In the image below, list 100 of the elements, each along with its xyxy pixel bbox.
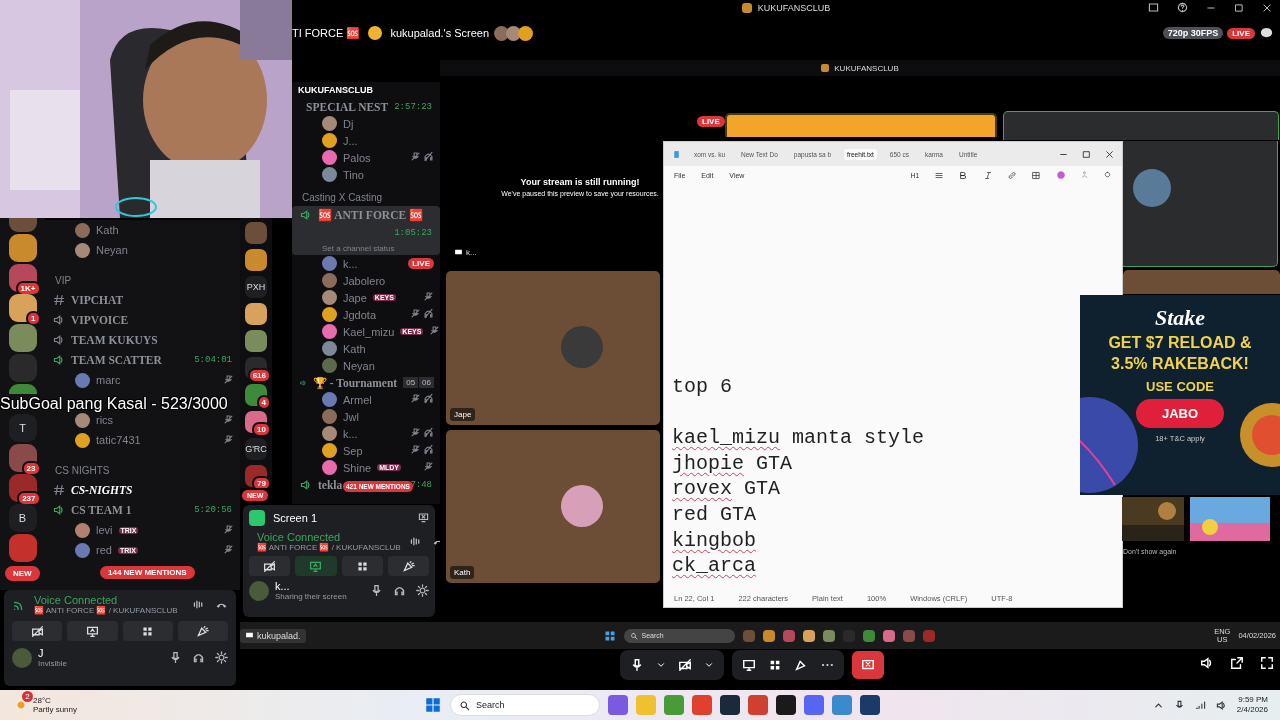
avatar-icon: [75, 522, 90, 538]
temperature[interactable]: 28°C: [33, 696, 78, 705]
member-name[interactable]: Jwl: [343, 410, 359, 423]
voice-status[interactable]: Voice Connected: [257, 531, 401, 543]
close-icon: [1262, 2, 1272, 13]
taskbar-app-icon[interactable]: [802, 629, 815, 642]
video-tile[interactable]: [1123, 270, 1280, 294]
clock-time[interactable]: 9:59 PM: [1236, 695, 1268, 705]
server-icon[interactable]: [245, 303, 267, 325]
taskbar-app-icon[interactable]: [720, 695, 740, 715]
voice-channel[interactable]: 🆘 ANTI FORCE 🆘 / KUKUFANSCLUB: [34, 606, 178, 615]
taskbar-app-icon[interactable]: [776, 695, 796, 715]
taskbar-app-icon[interactable]: [860, 695, 880, 715]
server-icon[interactable]: [8, 384, 37, 394]
channel-name[interactable]: TEAM SCATTER: [71, 354, 162, 366]
member-name[interactable]: red: [96, 544, 112, 556]
member-name[interactable]: Kael_mizu: [343, 325, 395, 338]
channel-name[interactable]: CS-NIGHTS: [71, 484, 133, 496]
server-icon[interactable]: T: [8, 414, 37, 442]
share-screen-button[interactable]: [67, 621, 118, 641]
promo-code-button[interactable]: JABO: [1135, 399, 1225, 428]
taskbar-app-icon[interactable]: [882, 629, 895, 642]
member-name[interactable]: Jgdota: [343, 308, 377, 321]
screen-name[interactable]: Screen 1: [273, 512, 318, 524]
text-line: ck_arca: [672, 553, 757, 579]
camera-off-button[interactable]: [249, 556, 291, 576]
new-mentions-badge[interactable]: 144 NEW MENTIONS: [100, 566, 195, 579]
member-name[interactable]: Neyan: [96, 244, 128, 256]
member-name[interactable]: Jape: [343, 291, 367, 304]
stop-stream-button[interactable]: [852, 651, 884, 679]
soundboard-button[interactable]: [387, 556, 429, 576]
deafened-headset-icon: [423, 151, 434, 162]
member-name[interactable]: Palos: [343, 151, 371, 164]
camera-off-button[interactable]: [12, 621, 63, 641]
stream-tile[interactable]: [1003, 111, 1279, 140]
server-icon[interactable]: [8, 324, 37, 352]
clock-date[interactable]: 2/4/2026: [1236, 705, 1268, 715]
taskbar-app-icon[interactable]: [762, 629, 775, 642]
member-name[interactable]: Neyan: [343, 359, 375, 372]
member-name[interactable]: Tino: [343, 168, 364, 181]
channel-name[interactable]: SPECIAL NEST: [306, 100, 389, 113]
new-badge[interactable]: NEW: [5, 566, 40, 581]
member-name[interactable]: tatic7431: [96, 434, 141, 446]
activities-button[interactable]: [341, 556, 383, 576]
server-icon[interactable]: B: [8, 504, 37, 532]
member-name[interactable]: J...: [343, 134, 358, 147]
server-icon[interactable]: [8, 234, 37, 262]
selected-channel[interactable]: 🆘 ANTI FORCE 🆘 1:05:23 Set a channel status: [292, 206, 440, 255]
stream-tile[interactable]: [1123, 141, 1278, 267]
video-tile[interactable]: Jape: [446, 271, 660, 425]
server-name[interactable]: KUKUFANSCLUB: [298, 85, 373, 95]
voice-channel[interactable]: 🆘 ANTI FORCE 🆘 / KUKUFANSCLUB: [257, 543, 401, 552]
server-icon[interactable]: [245, 249, 267, 271]
server-icon[interactable]: G'RC: [245, 438, 267, 460]
member-name[interactable]: marc: [96, 374, 121, 386]
category-label[interactable]: Casting X Casting: [302, 192, 383, 203]
channel-name[interactable]: TI FORCE 🆘: [292, 26, 361, 40]
channel-name[interactable]: 🆘 ANTI FORCE 🆘: [318, 208, 423, 222]
call-timer: 2:57:23: [394, 101, 432, 112]
video-tile[interactable]: Kath: [446, 430, 660, 583]
member-name[interactable]: Kath: [343, 342, 366, 355]
muted-mic-icon: [429, 325, 440, 336]
channel-name[interactable]: tekla: [318, 478, 343, 491]
category-label[interactable]: CS NIGHTS: [55, 464, 110, 476]
member-name[interactable]: Armel: [343, 393, 372, 406]
member-name[interactable]: levi: [96, 524, 113, 536]
voice-status[interactable]: Voice Connected: [34, 594, 178, 606]
grid-icon: [768, 658, 782, 672]
taskbar-app-icon[interactable]: [782, 629, 795, 642]
channel-name[interactable]: 🏆 - Tournament: [312, 375, 398, 390]
taskbar-app-icon[interactable]: [822, 629, 835, 642]
channel-name[interactable]: VIPVOICE: [71, 314, 129, 326]
channel-name[interactable]: TEAM KUKUYS: [71, 334, 158, 346]
avatar-icon: [322, 150, 337, 165]
weather-condition[interactable]: Partly sunny: [33, 705, 78, 714]
call-timer: 5:04:01: [194, 355, 232, 365]
member-name[interactable]: Dj: [343, 117, 354, 130]
channel-status[interactable]: Set a channel status: [300, 244, 440, 253]
close-icon: [1105, 149, 1114, 159]
member-name[interactable]: rics: [96, 414, 114, 426]
member-name[interactable]: Shine: [343, 461, 372, 474]
screen-icon: [245, 631, 254, 640]
taskbar-app-icon[interactable]: [862, 629, 875, 642]
member-name[interactable]: Sep: [343, 444, 363, 457]
server-icon[interactable]: [245, 330, 267, 352]
member-name[interactable]: Kath: [96, 224, 119, 236]
taskbar-app-button[interactable]: kukupalad.: [240, 628, 306, 643]
quality-badge: 720p 30FPS: [1162, 27, 1224, 39]
channel-name[interactable]: CS TEAM 1: [71, 504, 132, 516]
search-field[interactable]: Search: [450, 694, 600, 716]
member-name[interactable]: Jabolero: [343, 274, 386, 287]
category-label[interactable]: VIP: [55, 274, 72, 286]
member-name[interactable]: k...: [343, 257, 358, 270]
member-name[interactable]: k...: [343, 427, 358, 440]
soundboard-button[interactable]: [177, 621, 228, 641]
stream-tile[interactable]: [725, 113, 997, 137]
channel-name[interactable]: VIPCHAT: [71, 294, 124, 306]
server-icon[interactable]: PXH: [245, 276, 267, 298]
share-screen-button[interactable]: [295, 556, 337, 576]
activities-button[interactable]: [122, 621, 173, 641]
